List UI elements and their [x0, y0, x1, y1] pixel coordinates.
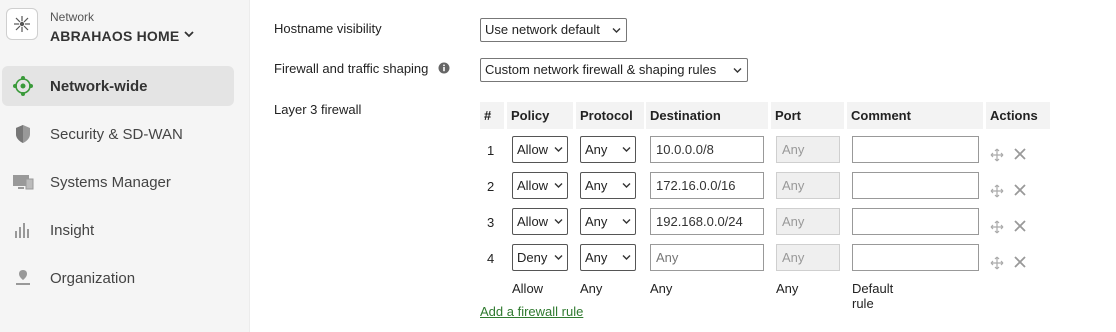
rule-number: 1 [487, 143, 495, 158]
network-logo-icon [6, 8, 38, 40]
chevron-down-icon [612, 28, 621, 33]
comment-input[interactable] [852, 208, 979, 235]
protocol-value: Any [585, 214, 608, 229]
sidebar-item-systems-manager[interactable]: Systems Manager [2, 162, 234, 202]
delete-icon[interactable] [1014, 256, 1026, 268]
sidebar-item-label: Organization [50, 269, 136, 287]
column-header-actions: Actions [986, 102, 1050, 129]
chevron-down-icon [622, 255, 631, 260]
protocol-value: Any [585, 250, 608, 265]
sidebar-item-network-wide[interactable]: Network-wide [2, 66, 234, 106]
default-comment: Default rule [852, 281, 894, 311]
shield-icon [12, 123, 34, 145]
rule-number: 4 [487, 251, 495, 266]
bar-chart-icon [12, 219, 34, 241]
default-protocol: Any [580, 281, 603, 296]
protocol-select[interactable]: Any [580, 136, 636, 163]
destination-input[interactable]: 10.0.0.0/8 [650, 136, 764, 163]
sidebar: Network ABRAHAOS HOME Network-wide Secur… [0, 0, 250, 332]
firewall-shaping-label: Firewall and traffic shaping [274, 61, 450, 76]
firewall-shaping-select[interactable]: Custom network firewall & shaping rules [480, 58, 748, 82]
comment-input[interactable] [852, 136, 979, 163]
network-name[interactable]: ABRAHAOS HOME [50, 28, 179, 44]
firewall-shaping-label-text: Firewall and traffic shaping [274, 61, 429, 76]
comment-input[interactable] [852, 172, 979, 199]
column-header-comment: Comment [847, 102, 983, 129]
move-handle-icon[interactable] [990, 256, 1004, 270]
column-header-number: # [480, 102, 504, 129]
organization-icon [12, 267, 34, 289]
column-header-policy: Policy [507, 102, 573, 129]
chevron-down-icon [554, 255, 563, 260]
port-input: Any [776, 136, 840, 163]
chevron-down-icon [622, 147, 631, 152]
hostname-visibility-label: Hostname visibility [274, 21, 382, 36]
sidebar-item-organization[interactable]: Organization [2, 258, 234, 298]
chevron-down-icon[interactable] [184, 30, 194, 38]
policy-value: Allow [517, 142, 549, 157]
protocol-select[interactable]: Any [580, 208, 636, 235]
chevron-down-icon [554, 219, 563, 224]
network-wide-icon [12, 75, 34, 97]
sidebar-item-label: Insight [50, 221, 95, 239]
delete-icon[interactable] [1014, 184, 1026, 196]
network-label: Network [50, 10, 95, 24]
port-input: Any [776, 172, 840, 199]
chevron-down-icon [733, 68, 742, 73]
rule-number: 3 [487, 215, 495, 230]
rule-number: 2 [487, 179, 495, 194]
firewall-shaping-value: Custom network firewall & shaping rules [485, 62, 717, 77]
main-content: Hostname visibility Use network default … [250, 0, 1116, 332]
chevron-down-icon [554, 147, 563, 152]
chevron-down-icon [554, 183, 563, 188]
default-destination: Any [650, 281, 673, 296]
network-selector[interactable]: Network ABRAHAOS HOME [0, 0, 250, 58]
policy-select[interactable]: Allow [512, 136, 568, 163]
protocol-value: Any [585, 142, 608, 157]
delete-icon[interactable] [1014, 220, 1026, 232]
protocol-value: Any [585, 178, 608, 193]
port-input: Any [776, 208, 840, 235]
port-input: Any [776, 244, 840, 271]
hostname-visibility-value: Use network default [485, 22, 600, 37]
policy-select[interactable]: Allow [512, 172, 568, 199]
sidebar-item-label: Systems Manager [50, 173, 171, 191]
sidebar-item-label: Network-wide [50, 77, 148, 95]
monitor-icon [12, 171, 34, 193]
column-header-port: Port [771, 102, 844, 129]
column-header-protocol: Protocol [576, 102, 644, 129]
chevron-down-icon [622, 219, 631, 224]
sidebar-item-label: Security & SD-WAN [50, 125, 183, 143]
protocol-select[interactable]: Any [580, 172, 636, 199]
policy-select[interactable]: Allow [512, 208, 568, 235]
info-icon[interactable] [438, 62, 450, 74]
comment-input[interactable] [852, 244, 979, 271]
move-handle-icon[interactable] [990, 220, 1004, 234]
column-header-destination: Destination [646, 102, 768, 129]
policy-value: Deny [517, 250, 548, 265]
default-policy: Allow [512, 281, 544, 296]
default-port: Any [776, 281, 799, 296]
protocol-select[interactable]: Any [580, 244, 636, 271]
destination-input[interactable]: 172.16.0.0/16 [650, 172, 764, 199]
move-handle-icon[interactable] [990, 148, 1004, 162]
delete-icon[interactable] [1014, 148, 1026, 160]
destination-input[interactable]: Any [650, 244, 764, 271]
hostname-visibility-select[interactable]: Use network default [480, 18, 627, 42]
sidebar-item-security[interactable]: Security & SD-WAN [2, 114, 234, 154]
policy-value: Allow [517, 178, 549, 193]
move-handle-icon[interactable] [990, 184, 1004, 198]
destination-input[interactable]: 192.168.0.0/24 [650, 208, 764, 235]
chevron-down-icon [622, 183, 631, 188]
add-firewall-rule-link[interactable]: Add a firewall rule [480, 304, 583, 319]
layer3-firewall-label: Layer 3 firewall [274, 102, 362, 117]
policy-select[interactable]: Deny [512, 244, 568, 271]
sidebar-item-insight[interactable]: Insight [2, 210, 234, 250]
policy-value: Allow [517, 214, 549, 229]
